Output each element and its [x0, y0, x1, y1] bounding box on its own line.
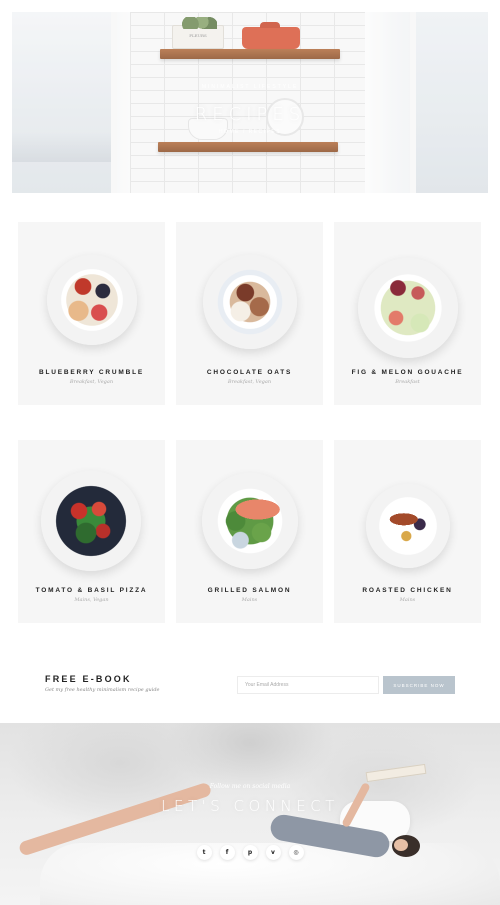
recipe-card[interactable]: CHOCOLATE OATS Breakfast, Vegan — [176, 222, 323, 405]
recipe-tags: Breakfast, Vegan — [69, 379, 114, 385]
recipe-image — [203, 255, 297, 349]
page-title: RECIPES — [194, 104, 306, 125]
recipe-tags: Mains — [241, 597, 258, 603]
recipe-card[interactable]: ROASTED CHICKEN Mains — [334, 440, 481, 623]
breadcrumb[interactable]: Home / Recipes — [12, 129, 488, 135]
instagram-icon[interactable]: ◎ — [288, 845, 304, 860]
subscribe-button[interactable]: SUBSCRIBE NOW — [383, 676, 455, 694]
recipe-title: TOMATO & BASIL PIZZA — [35, 587, 148, 594]
hero-overlay — [12, 12, 488, 193]
recipe-tags: Mains, Vegan — [74, 597, 109, 603]
ebook-title: FREE E-BOOK — [45, 674, 132, 684]
facebook-icon[interactable]: f — [219, 845, 235, 860]
connect-photo-book — [365, 763, 427, 783]
recipe-image — [366, 484, 450, 568]
connect-title: LET'S CONNECT — [161, 797, 339, 815]
recipe-image — [202, 473, 298, 569]
recipe-tags: Breakfast, Vegan — [227, 379, 272, 385]
recipe-image — [47, 255, 137, 345]
twitter-icon[interactable]: t — [196, 845, 212, 860]
recipe-card[interactable]: GRILLED SALMON Mains — [176, 440, 323, 623]
recipe-card[interactable]: FIG & MELON GOUACHE Breakfast — [334, 222, 481, 405]
social-links: t f p v ◎ — [0, 841, 500, 860]
hero-banner: FLEURS Minimalist Lifestyle RECIPES Home… — [12, 12, 488, 193]
recipe-card[interactable]: TOMATO & BASIL PIZZA Mains, Vegan — [18, 440, 165, 623]
connect-kicker: Follow me on social media — [209, 783, 291, 790]
recipe-tags: Mains — [399, 597, 416, 603]
pinterest-icon[interactable]: p — [242, 845, 258, 860]
connect-section: Follow me on social media LET'S CONNECT … — [0, 723, 500, 905]
recipe-card[interactable]: BLUEBERRY CRUMBLE Breakfast, Vegan — [18, 222, 165, 405]
vimeo-icon[interactable]: v — [265, 845, 281, 860]
recipe-title: GRILLED SALMON — [207, 587, 292, 594]
recipe-image — [358, 258, 458, 358]
recipe-title: CHOCOLATE OATS — [206, 369, 293, 376]
recipe-image — [41, 471, 141, 571]
recipe-title: ROASTED CHICKEN — [362, 587, 453, 594]
recipe-tags: Breakfast — [395, 379, 420, 385]
recipe-title: FIG & MELON GOUACHE — [351, 369, 464, 376]
hero-kicker: Minimalist Lifestyle — [201, 84, 299, 90]
email-field[interactable] — [237, 676, 379, 694]
ebook-subtitle: Get my free healthy minimalism recipe gu… — [45, 687, 160, 693]
recipe-title: BLUEBERRY CRUMBLE — [39, 369, 144, 376]
